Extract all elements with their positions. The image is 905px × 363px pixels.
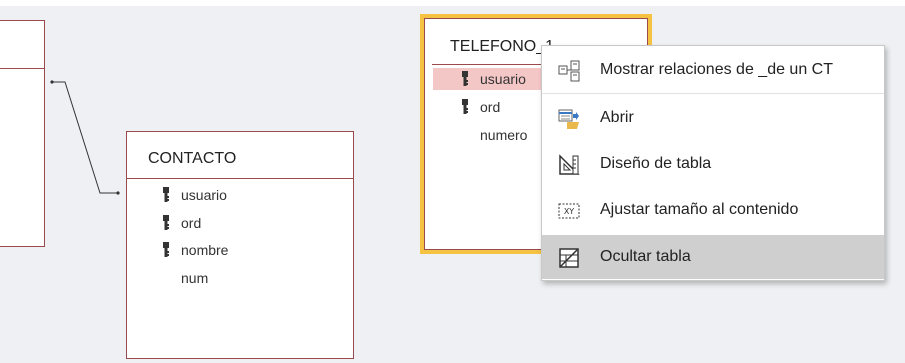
menu-item-show-relationships[interactable]: Mostrar relaciones de _de un CT	[542, 48, 884, 92]
table-title-separator	[0, 68, 44, 69]
hide-table-icon	[559, 248, 579, 268]
field-ord[interactable]: ord	[480, 96, 500, 118]
menu-item-label: Diseño de tabla	[600, 155, 712, 172]
menu-item-label: Ocultar tabla	[600, 248, 691, 265]
menu-item-label: Ajustar tamaño al contenido	[600, 201, 799, 218]
menu-separator	[542, 93, 884, 94]
table-contacto[interactable]: CONTACTO usuario ord nombre num	[126, 131, 354, 359]
menu-item-design-view[interactable]: Diseño de tabla	[542, 142, 884, 186]
design-view-icon	[559, 154, 580, 175]
key-icon	[163, 242, 169, 257]
field-num[interactable]: num	[181, 267, 208, 289]
field-numero[interactable]: numero	[480, 124, 527, 146]
table-title: CONTACTO	[148, 150, 237, 167]
field-usuario[interactable]: usuario	[181, 184, 227, 206]
key-icon	[163, 215, 169, 230]
menu-item-hide-table[interactable]: Ocultar tabla	[542, 235, 884, 279]
key-icon	[163, 187, 169, 202]
open-table-icon	[558, 109, 579, 129]
key-icon	[462, 71, 468, 86]
context-menu: Mostrar relaciones de _de un CT Abrir Di…	[541, 45, 885, 281]
relationships-icon	[558, 60, 580, 82]
menu-item-label: Abrir	[600, 109, 634, 126]
size-to-fit-icon: XY	[558, 203, 580, 219]
menu-item-label: Mostrar relaciones de _de un CT	[600, 61, 833, 78]
menu-item-open[interactable]: Abrir	[542, 96, 884, 140]
table-left-partial[interactable]	[0, 20, 45, 247]
table-title-separator	[127, 178, 353, 179]
field-ord[interactable]: ord	[181, 212, 201, 234]
key-icon	[462, 99, 468, 114]
svg-text:XY: XY	[564, 207, 574, 216]
menu-item-size-to-fit[interactable]: XY Ajustar tamaño al contenido	[542, 188, 884, 232]
field-usuario[interactable]: usuario	[480, 68, 526, 90]
field-nombre[interactable]: nombre	[181, 239, 228, 261]
